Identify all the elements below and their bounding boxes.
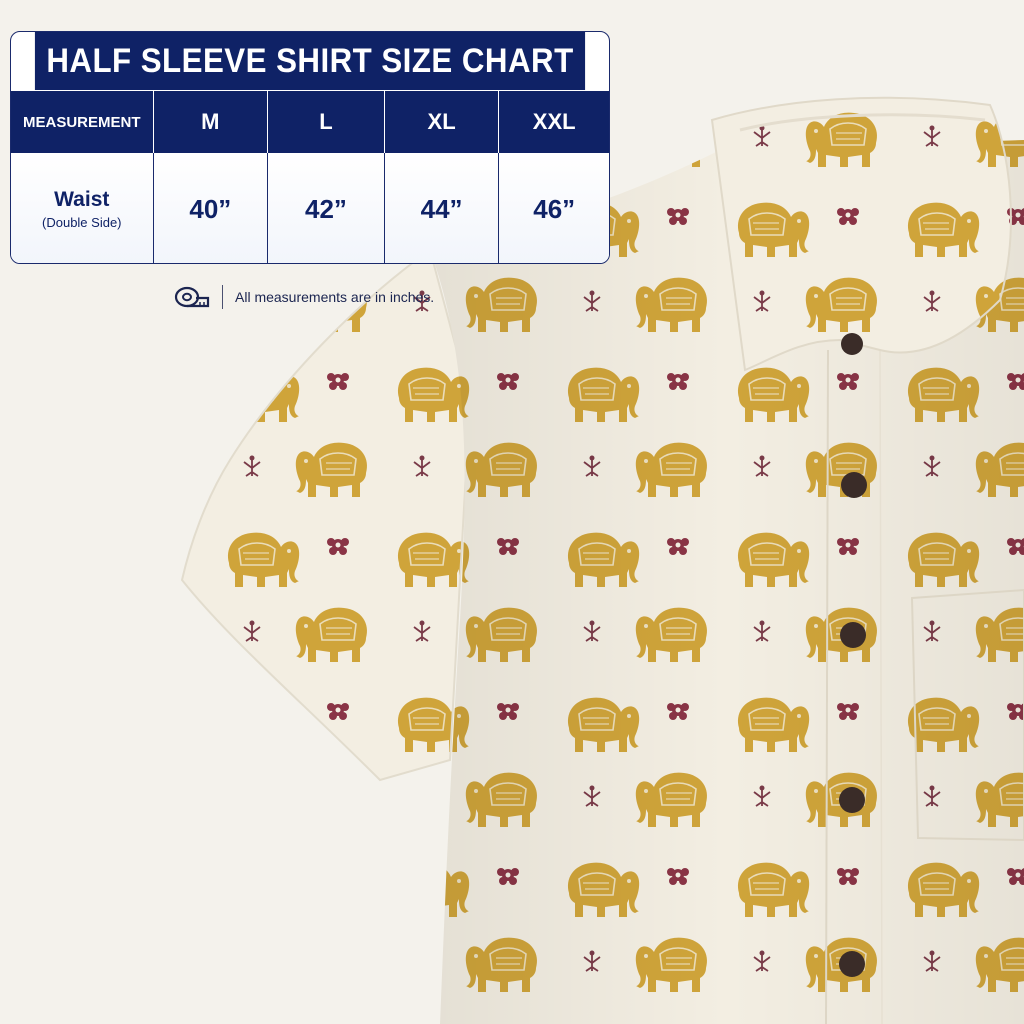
chart-title: HALF SLEEVE SHIRT SIZE CHART [34, 32, 586, 90]
header-row: MEASUREMENT M L XL XXL [11, 90, 609, 153]
header-size-m: M [154, 91, 269, 153]
measuring-tape-icon [174, 284, 210, 310]
measurement-note: All measurements are in inches. [174, 283, 434, 311]
value-cell-m: 40” [154, 153, 269, 263]
value-cell-l: 42” [268, 153, 385, 263]
header-size-xl: XL [385, 91, 500, 153]
row-label-cell: Waist (Double Side) [11, 153, 154, 263]
value-cell-xl: 44” [385, 153, 500, 263]
value-cell-xxl: 46” [499, 153, 609, 263]
header-measurement: MEASUREMENT [11, 91, 154, 153]
header-size-xxl: XXL [532, 109, 576, 134]
note-divider [222, 285, 223, 309]
value-xl: 44” [420, 193, 463, 224]
value-l: 42” [305, 193, 347, 224]
value-m: 40” [189, 193, 232, 224]
note-text: All measurements are in inches. [235, 289, 435, 305]
row-sublabel: (Double Side) [42, 215, 122, 230]
table-row: Waist (Double Side) 40” 42” 44” 46” [11, 153, 609, 263]
size-chart-table: HALF SLEEVE SHIRT SIZE CHART MEASUREMENT… [10, 31, 610, 264]
value-xxl: 46” [533, 193, 576, 224]
header-size-l: L [268, 91, 385, 153]
row-label: Waist [54, 188, 110, 211]
